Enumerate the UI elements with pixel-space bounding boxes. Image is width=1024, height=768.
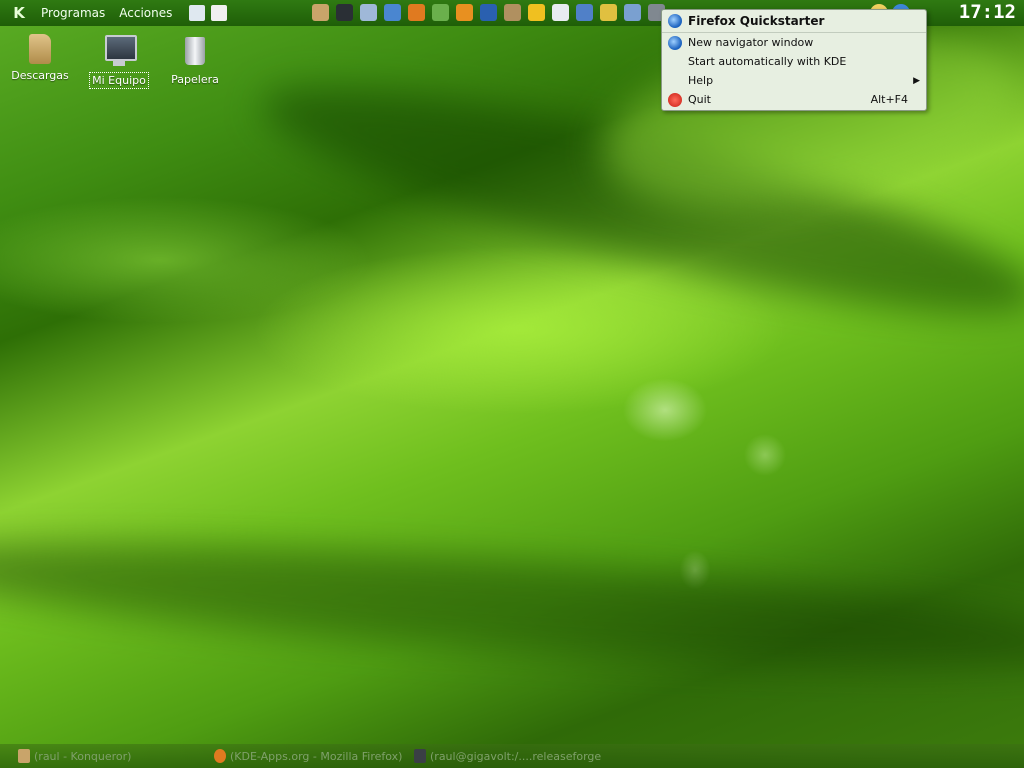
- menu-item-start-automatically[interactable]: Start automatically with KDE: [662, 52, 926, 71]
- firefox-icon: [668, 14, 682, 28]
- quick-launch-bar: [312, 4, 665, 21]
- kde-menu-icon[interactable]: K: [8, 2, 30, 24]
- firefox-icon: [668, 35, 682, 50]
- konqueror-launcher-icon[interactable]: [312, 4, 329, 21]
- apps-launcher-icon[interactable]: [432, 4, 449, 21]
- menu-title: Firefox Quickstarter: [662, 10, 926, 33]
- firefox-launcher-icon[interactable]: [408, 4, 425, 21]
- actions-menu[interactable]: Acciones: [116, 6, 175, 20]
- display-launcher-icon[interactable]: [576, 4, 593, 21]
- desktop-icon-descargas[interactable]: Descargas: [2, 34, 78, 83]
- submenu-arrow-icon: ▶: [913, 75, 920, 86]
- trash-icon: [178, 34, 212, 68]
- desktop-icon-label: Descargas: [11, 69, 69, 82]
- menu-item-new-window[interactable]: New navigator window: [662, 33, 926, 52]
- folder-icon: [29, 34, 51, 64]
- network-launcher-icon[interactable]: [360, 4, 377, 21]
- document-launcher-icon[interactable]: [552, 4, 569, 21]
- firefox-icon: [214, 749, 226, 763]
- firefox-quickstarter-menu: Firefox Quickstarter New navigator windo…: [661, 9, 927, 111]
- tool-launcher-icon[interactable]: [504, 4, 521, 21]
- chat-launcher-icon[interactable]: [528, 4, 545, 21]
- desktop-icon-label: Mi Equipo: [89, 72, 149, 89]
- task-firefox[interactable]: (KDE-Apps.org - Mozilla Firefox): [214, 745, 414, 767]
- menu-item-help[interactable]: Help ▶: [662, 71, 926, 90]
- desktop-icon-label: Papelera: [171, 73, 219, 86]
- wallpaper-streak: [0, 518, 1024, 692]
- taskbar: (raul - Konqueror) (KDE-Apps.org - Mozil…: [0, 744, 1024, 768]
- konqueror-icon: [18, 749, 30, 763]
- desktop-icon-papelera[interactable]: Papelera: [157, 34, 233, 87]
- computer-icon: [102, 34, 137, 68]
- desktop-icon-mi-equipo[interactable]: Mi Equipo: [81, 34, 157, 89]
- search-tool-icon[interactable]: [211, 5, 228, 21]
- bird-launcher-icon[interactable]: [480, 4, 497, 21]
- edit-icon[interactable]: [189, 5, 206, 21]
- power-icon: [668, 92, 682, 107]
- task-konqueror[interactable]: (raul - Konqueror): [18, 745, 214, 767]
- terminal-icon: [414, 749, 426, 763]
- quit-shortcut: Alt+F4: [870, 93, 908, 106]
- clock[interactable]: 17:12: [959, 1, 1016, 23]
- chart-launcher-icon[interactable]: [624, 4, 641, 21]
- task-terminal[interactable]: (raul@gigavolt:/....releaseforge: [414, 745, 601, 767]
- programs-menu[interactable]: Programas: [38, 6, 108, 20]
- tools-launcher-icon[interactable]: [600, 4, 617, 21]
- media-launcher-icon[interactable]: [456, 4, 473, 21]
- settings-launcher-icon[interactable]: [384, 4, 401, 21]
- menu-item-quit[interactable]: Quit Alt+F4: [662, 90, 926, 109]
- terminal-launcher-icon[interactable]: [336, 4, 353, 21]
